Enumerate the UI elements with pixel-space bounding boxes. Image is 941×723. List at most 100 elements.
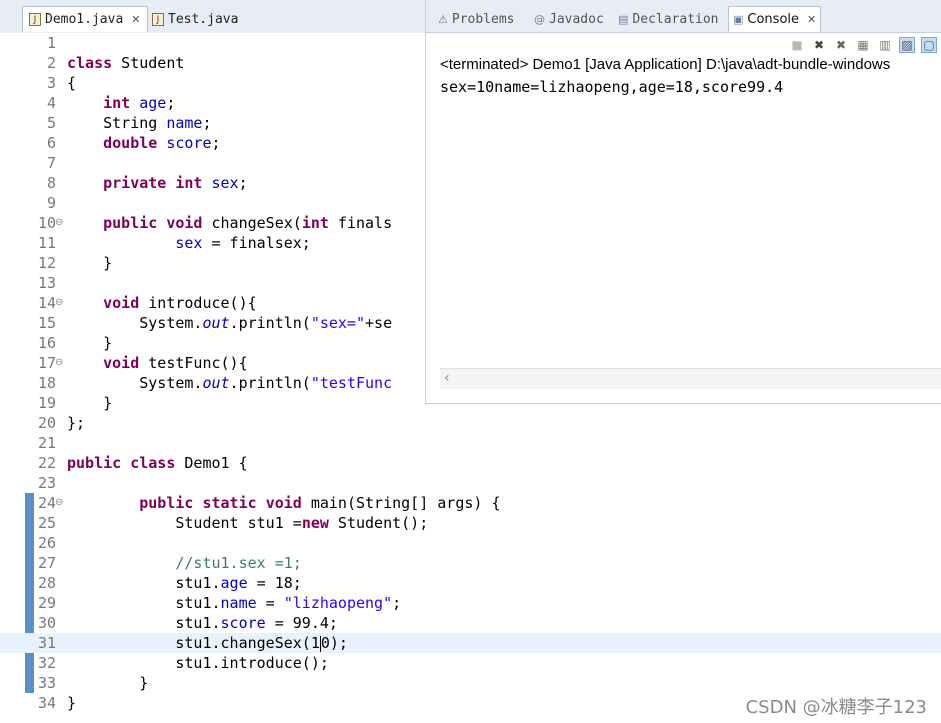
line-number: 18 (37, 374, 56, 392)
line-number: 22 (37, 454, 56, 472)
code-line[interactable]: 30 stu1.score = 99.4; (0, 613, 941, 633)
code-line[interactable]: 23 (0, 473, 941, 493)
scroll-left-icon[interactable]: ‹ (444, 370, 450, 386)
code-line[interactable]: 27 //stu1.sex =1; (0, 553, 941, 573)
line-number: 2 (46, 54, 56, 72)
code-text: System.out.println("testFunc (67, 374, 393, 392)
remove-all-icon[interactable]: ✖ (833, 37, 849, 53)
code-line[interactable]: 20}; (0, 413, 941, 433)
code-text: public static void main(String[] args) { (139, 494, 501, 512)
clear-console-icon[interactable]: ▦ (855, 37, 871, 53)
code-text: class Student (67, 54, 185, 72)
code-text: } (67, 674, 149, 692)
line-number: 10 (37, 214, 56, 232)
code-text: public class Demo1 { (67, 454, 248, 472)
tab-problems[interactable]: ⚠ Problems (434, 6, 519, 32)
line-number: 25 (37, 514, 56, 532)
tab-declaration[interactable]: ▤ Declaration (614, 6, 723, 32)
stop-icon[interactable]: ■ (789, 37, 805, 53)
line-number: 3 (46, 74, 56, 92)
view-tab-bar: ⚠ Problems @ Javadoc ▤ Declaration ▣ Con… (426, 0, 941, 33)
tab-console[interactable]: ▣ Console ✕ (728, 6, 822, 32)
code-text: } (67, 254, 113, 272)
scroll-lock-icon[interactable]: ▥ (877, 37, 893, 53)
line-number: 17 (37, 354, 56, 372)
code-text: }; (67, 414, 86, 432)
code-line[interactable]: 29 stu1.name = "lizhaopeng"; (0, 593, 941, 613)
code-text: private int sex; (103, 174, 248, 192)
code-line[interactable]: 28 stu1.age = 18; (0, 573, 941, 593)
remove-launch-icon[interactable]: ✖ (811, 37, 827, 53)
line-number: 15 (37, 314, 56, 332)
tab-label: Demo1.java (45, 12, 124, 27)
fold-toggle-icon[interactable]: ⊖ (55, 293, 63, 313)
code-line[interactable]: 32 stu1.introduce(); (0, 653, 941, 673)
declaration-icon: ▤ (618, 12, 629, 26)
line-number: 13 (37, 274, 56, 292)
code-text: double score; (103, 134, 221, 152)
line-number: 16 (37, 334, 56, 352)
code-text: stu1.score = 99.4; (67, 614, 338, 632)
code-line[interactable]: 33 } (0, 673, 941, 693)
watermark: CSDN @冰糖李子123 (745, 697, 927, 718)
close-icon[interactable]: ✕ (131, 13, 140, 26)
line-number: 9 (46, 194, 56, 212)
display-console-icon[interactable]: ▢ (921, 37, 937, 53)
javadoc-icon: @ (534, 12, 545, 26)
code-line[interactable]: 26 (0, 533, 941, 553)
fold-toggle-icon[interactable]: ⊖ (55, 493, 63, 513)
line-number: 29 (37, 594, 56, 612)
code-text: stu1.introduce(); (67, 654, 329, 672)
code-line[interactable]: 24 ⊖ public static void main(String[] arg… (0, 493, 941, 513)
pin-console-icon[interactable]: ▨ (899, 37, 915, 53)
code-text: } (67, 694, 77, 712)
code-text: void introduce(){ (103, 294, 257, 312)
code-line[interactable]: 22 public class Demo1 { (0, 453, 941, 473)
line-number: 34 (37, 694, 56, 712)
horizontal-scrollbar[interactable]: ‹ (440, 368, 941, 389)
line-number: 11 (37, 234, 56, 252)
line-number: 27 (37, 554, 56, 572)
tab-label: Javadoc (549, 11, 604, 27)
line-number: 6 (46, 134, 56, 152)
tab-test-java[interactable]: J Test.java (146, 6, 244, 32)
fold-toggle-icon[interactable]: ⊖ (55, 353, 63, 373)
code-line[interactable]: 21 (0, 433, 941, 453)
line-number: 31 (37, 634, 56, 652)
tab-label: Console (747, 12, 800, 27)
code-text: String name; (67, 114, 212, 132)
code-text: void testFunc(){ (103, 354, 248, 372)
line-number: 30 (37, 614, 56, 632)
fold-toggle-icon[interactable]: ⊖ (55, 213, 63, 233)
close-icon[interactable]: ✕ (807, 13, 816, 26)
line-number: 19 (37, 394, 56, 412)
code-line[interactable]: 31 stu1.changeSex(10); (0, 633, 941, 653)
line-number: 8 (46, 174, 56, 192)
line-number: 14 (37, 294, 56, 312)
code-text: { (67, 74, 77, 92)
code-text: stu1.name = "lizhaopeng"; (67, 594, 402, 612)
console-view: ⚠ Problems @ Javadoc ▤ Declaration ▣ Con… (425, 0, 941, 404)
line-number: 7 (46, 154, 56, 172)
tab-label: Problems (451, 11, 515, 27)
line-number: 23 (37, 474, 56, 492)
java-file-icon: J (29, 13, 41, 26)
line-number: 5 (46, 114, 56, 132)
line-number: 20 (37, 414, 56, 432)
line-number: 26 (37, 534, 56, 552)
code-text: System.out.println("sex="+se (67, 314, 393, 332)
code-text: sex = finalsex; (175, 234, 311, 252)
code-text: Student stu1 =new Student(); (67, 514, 429, 532)
console-output: sex=10name=lizhaopeng,age=18,score99.4 (440, 78, 784, 96)
line-number: 1 (46, 34, 56, 52)
tab-demo1-java[interactable]: J Demo1.java ✕ (22, 6, 148, 32)
code-line[interactable]: 25 Student stu1 =new Student(); (0, 513, 941, 533)
line-number: 21 (37, 434, 56, 452)
tab-label: Test.java (168, 11, 239, 27)
tab-label: Declaration (632, 11, 719, 27)
line-number: 12 (37, 254, 56, 272)
tab-javadoc[interactable]: @ Javadoc (530, 6, 608, 32)
console-status: <terminated> Demo1 [Java Application] D:… (440, 56, 891, 73)
code-text: //stu1.sex =1; (175, 554, 302, 572)
code-text: } (67, 334, 113, 352)
